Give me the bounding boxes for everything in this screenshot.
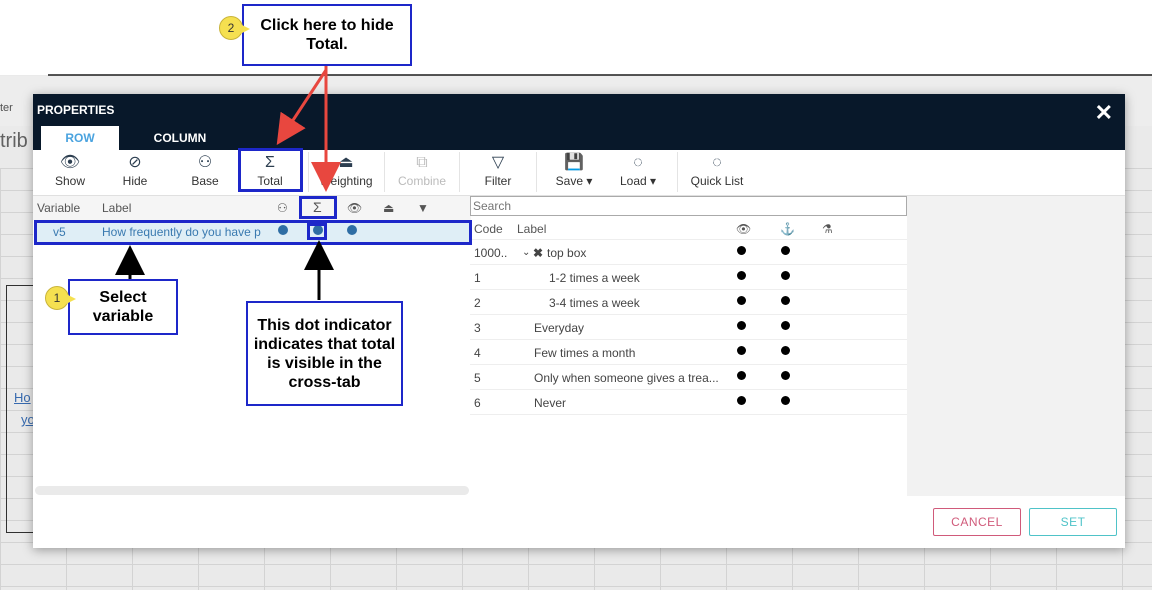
callout-step2: Click here to hide Total. bbox=[242, 4, 412, 66]
callout-dot-indicator: This dot indicator indicates that total … bbox=[246, 301, 403, 406]
step1-badge: 1 bbox=[45, 286, 76, 310]
step2-badge: 2 bbox=[219, 16, 250, 40]
callout-step1: Select variable bbox=[68, 279, 178, 335]
